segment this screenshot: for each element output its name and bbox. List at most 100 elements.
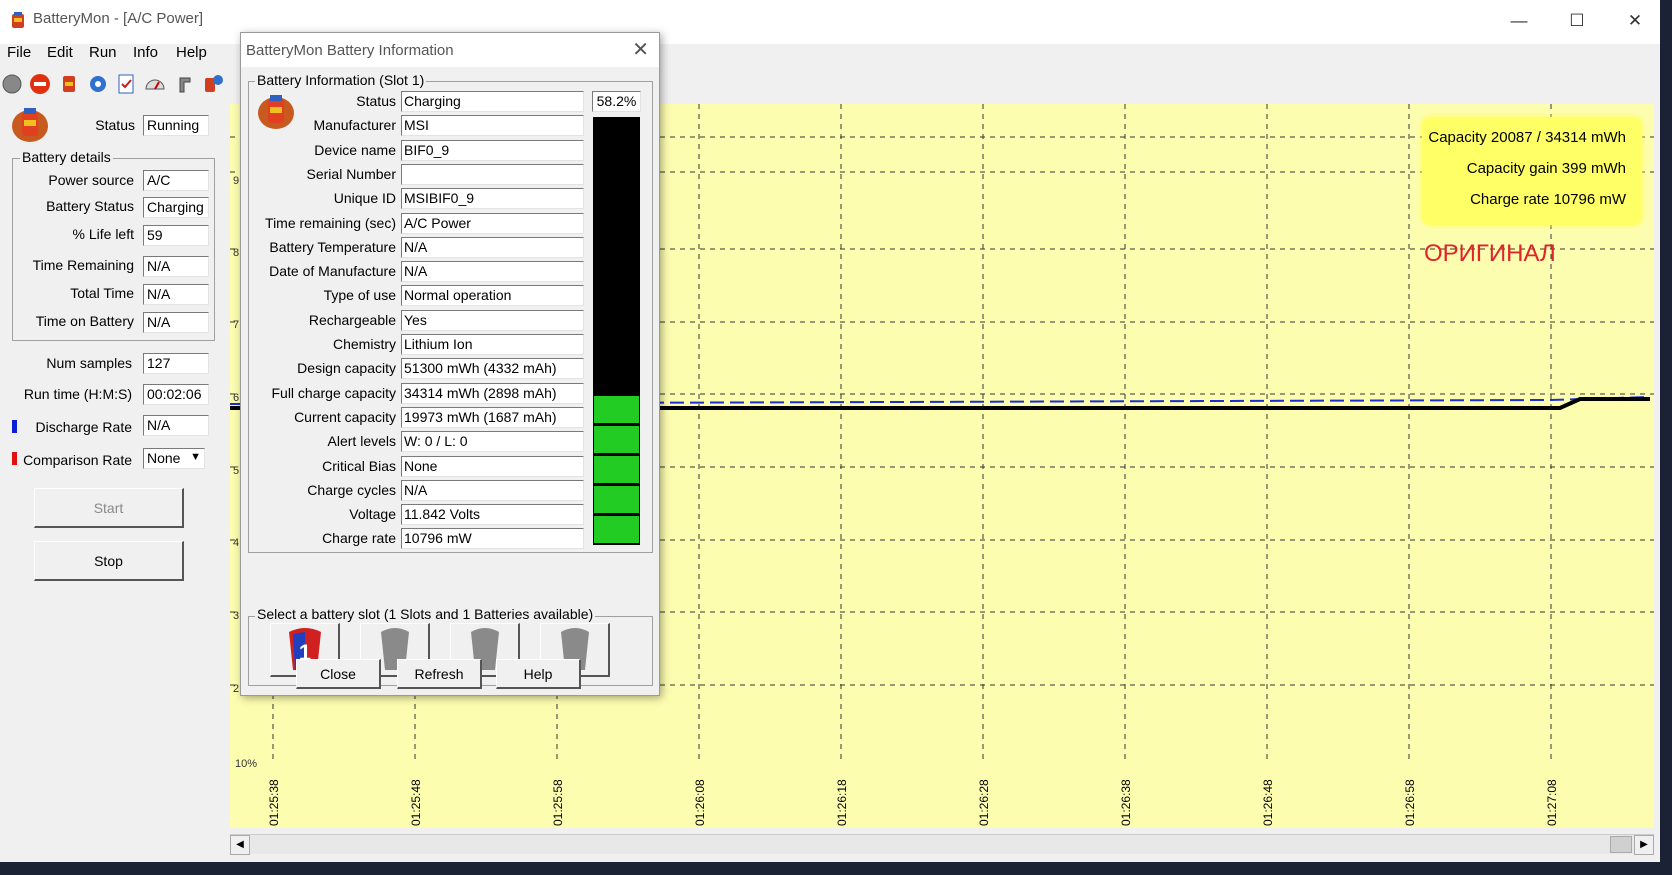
rechargeable-field: Yes xyxy=(401,310,584,331)
discharge-rate-field: N/A xyxy=(143,415,209,436)
comparison-swatch-fill xyxy=(12,452,17,465)
discharge-rate-label: Discharge Rate xyxy=(35,419,133,435)
close-button[interactable]: Close xyxy=(296,659,381,689)
manufacturer-field: MSI xyxy=(401,115,584,136)
x-tick-label: 01:25:48 xyxy=(409,779,423,826)
x-tick-label: 01:27:08 xyxy=(1545,779,1559,826)
menu-info[interactable]: Info xyxy=(133,44,158,61)
refresh-button[interactable]: Refresh xyxy=(397,659,482,689)
stop-icon[interactable] xyxy=(28,72,52,96)
design-capacity-field: 51300 mWh (4332 mAh) xyxy=(401,358,584,379)
y-tick-label: 4 xyxy=(233,537,239,549)
comparison-rate-value: None xyxy=(147,450,181,466)
scroll-right-icon[interactable]: ▶ xyxy=(1634,835,1654,855)
charge-cycles-field: N/A xyxy=(401,480,584,501)
close-window-button[interactable]: ✕ xyxy=(1606,6,1664,36)
x-tick-label: 01:26:08 xyxy=(693,779,707,826)
record-icon[interactable] xyxy=(0,72,24,96)
watermark-text: ОРИГИНАЛ xyxy=(1424,240,1556,267)
battery-status-field: Charging xyxy=(143,197,209,218)
x-tick-label: 01:26:48 xyxy=(1261,779,1275,826)
app-icon xyxy=(12,12,24,28)
menu-file[interactable]: File xyxy=(7,44,31,61)
manufacturer-label: Manufacturer xyxy=(313,117,396,133)
scroll-left-icon[interactable]: ◀ xyxy=(230,835,250,855)
date-of-manufacture-label: Date of Manufacture xyxy=(269,263,396,279)
chart-legend: Capacity 20087 / 34314 mWh Capacity gain… xyxy=(1422,117,1642,225)
voltage-label: Voltage xyxy=(349,506,396,522)
chemistry-label: Chemistry xyxy=(332,336,396,352)
battery-logo-icon xyxy=(12,108,48,142)
battery-status-label: Battery Status xyxy=(46,198,134,214)
start-button[interactable]: Start xyxy=(34,488,184,528)
serial-number-field xyxy=(401,164,584,185)
y-tick-label: 9 xyxy=(233,175,239,187)
type-of-use-field: Normal operation xyxy=(401,285,584,306)
y-tick-label: 7 xyxy=(233,319,239,331)
type-of-use-label: Type of use xyxy=(323,287,396,303)
battery-icon[interactable] xyxy=(57,72,81,96)
status-field: Charging xyxy=(401,91,584,112)
menu-edit[interactable]: Edit xyxy=(47,44,73,61)
minimize-button[interactable]: — xyxy=(1490,6,1548,36)
life-left-label: % Life left xyxy=(72,226,134,242)
unique-id-label: Unique ID xyxy=(333,190,396,206)
pointer-icon[interactable] xyxy=(172,72,196,96)
battery-info-icon[interactable] xyxy=(201,72,225,96)
x-tick-label: 01:26:18 xyxy=(835,779,849,826)
scroll-thumb[interactable] xyxy=(1610,836,1632,853)
voltage-field: 11.842 Volts xyxy=(401,504,584,525)
discharge-color-swatch xyxy=(12,420,17,433)
desktop-edge xyxy=(1660,0,1672,875)
legend-capacity-gain: Capacity gain 399 mWh xyxy=(1466,160,1626,177)
gauge-segment xyxy=(594,516,639,543)
help-button[interactable]: Help xyxy=(496,659,581,689)
comparison-rate-select[interactable]: None ▼ xyxy=(143,448,205,469)
chemistry-field: Lithium Ion xyxy=(401,334,584,355)
menu-run[interactable]: Run xyxy=(89,44,117,61)
stop-button[interactable]: Stop xyxy=(34,541,184,581)
gauge-icon[interactable] xyxy=(143,72,167,96)
checklist-icon[interactable] xyxy=(114,72,138,96)
chevron-down-icon[interactable]: ▼ xyxy=(190,449,201,466)
y-axis-min-label: 10% xyxy=(235,758,257,770)
run-time-label: Run time (H:M:S) xyxy=(23,386,132,402)
power-source-field: A/C xyxy=(143,170,209,191)
date-of-manufacture-field: N/A xyxy=(401,261,584,282)
life-left-field: 59 xyxy=(143,225,209,246)
status-label: Status xyxy=(356,93,396,109)
charge-rate-label: Charge rate xyxy=(322,530,396,546)
battery-info-group-title: Battery Information (Slot 1) xyxy=(255,72,427,88)
full-charge-capacity-field: 34314 mWh (2898 mAh) xyxy=(401,383,584,404)
gauge-segment xyxy=(594,456,639,483)
comparison-rate-label: Comparison Rate xyxy=(23,452,132,468)
rechargeable-label: Rechargeable xyxy=(308,312,396,328)
horizontal-scrollbar[interactable]: ◀ ▶ xyxy=(230,834,1654,855)
battery-details-title: Battery details xyxy=(20,149,113,165)
device-name-label: Device name xyxy=(314,142,396,158)
run-time-field: 00:02:06 xyxy=(143,384,209,405)
y-tick-label: 8 xyxy=(233,247,239,259)
maximize-button[interactable]: ☐ xyxy=(1548,6,1606,36)
settings-icon[interactable] xyxy=(86,72,110,96)
alert-levels-field: W: 0 / L: 0 xyxy=(401,431,584,452)
status-label: Status xyxy=(95,117,135,133)
charge-percent-field: 58.2% xyxy=(592,91,641,112)
y-tick-label: 3 xyxy=(233,610,239,622)
y-tick-label: 5 xyxy=(233,465,239,477)
current-capacity-label: Current capacity xyxy=(294,409,396,425)
charge-cycles-label: Charge cycles xyxy=(307,482,396,498)
battery-temperature-field: N/A xyxy=(401,237,584,258)
battery-temperature-label: Battery Temperature xyxy=(269,239,396,255)
time-remaining-label: Time Remaining xyxy=(32,257,134,273)
num-samples-label: Num samples xyxy=(46,355,132,371)
battery-info-dialog: BatteryMon Battery Information ✕ Battery… xyxy=(240,32,660,696)
gauge-segment xyxy=(594,396,639,423)
dialog-title-bar: BatteryMon Battery Information ✕ xyxy=(241,33,659,67)
charge-gauge xyxy=(593,117,640,545)
critical-bias-field: None xyxy=(401,456,584,477)
comparison-color-swatch xyxy=(12,452,17,465)
dialog-close-icon[interactable]: ✕ xyxy=(632,37,649,62)
menu-help[interactable]: Help xyxy=(176,44,207,61)
time-on-battery-field: N/A xyxy=(143,312,209,333)
